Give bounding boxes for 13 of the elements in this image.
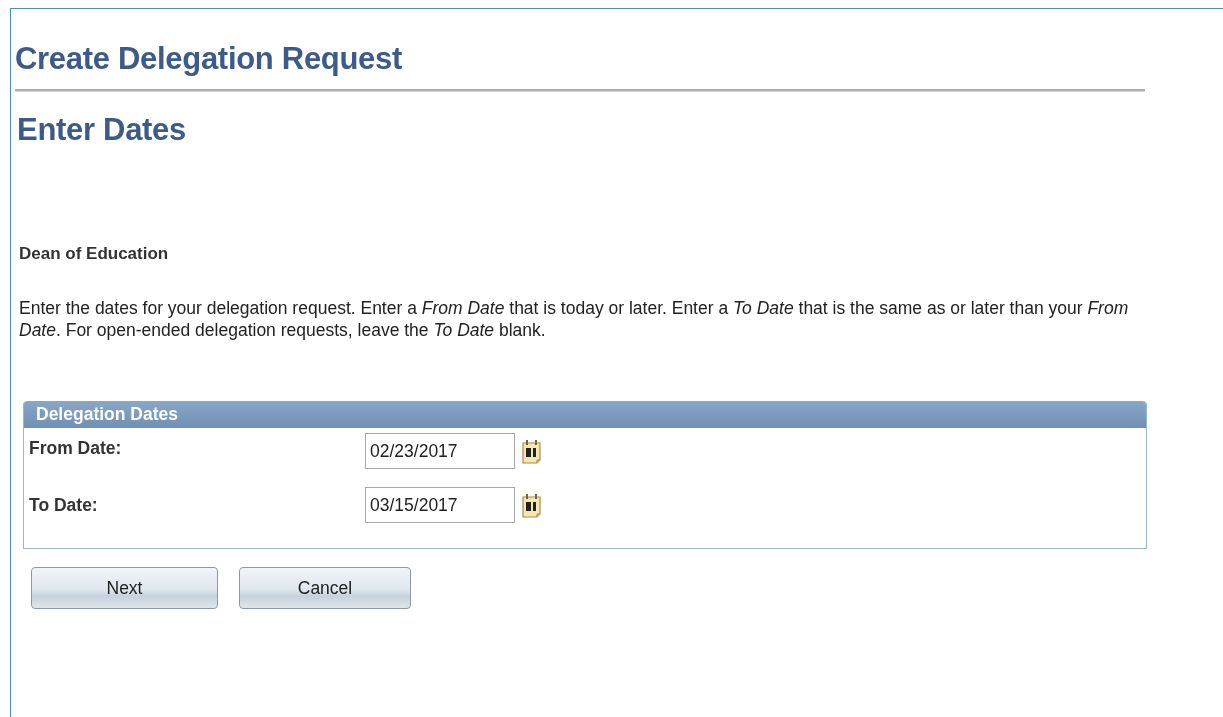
date-field[interactable]: 03/15/2017	[365, 487, 515, 523]
calendar-icon[interactable]	[522, 438, 542, 464]
instructions-text: Enter the dates for your delegation request. Enter a From Date that is today or later. Enter a To Date that is the same as or later than your From Date. For open-ended delegation requests, leave the To Date blank.	[19, 297, 1130, 341]
date-field[interactable]: 02/23/2017	[365, 433, 515, 469]
field-label: To Date:	[29, 494, 99, 516]
role-label: Dean of Education	[18, 244, 169, 264]
cancel-button[interactable]: Cancel	[239, 567, 411, 609]
calendar-icon[interactable]	[522, 492, 542, 518]
page-title: Create Delegation Request	[15, 40, 402, 77]
section-title: Enter Dates	[16, 112, 186, 148]
next-button[interactable]: Next	[31, 567, 218, 609]
field-label: From Date:	[29, 438, 123, 459]
panel-header: Delegation Dates	[24, 401, 1146, 428]
